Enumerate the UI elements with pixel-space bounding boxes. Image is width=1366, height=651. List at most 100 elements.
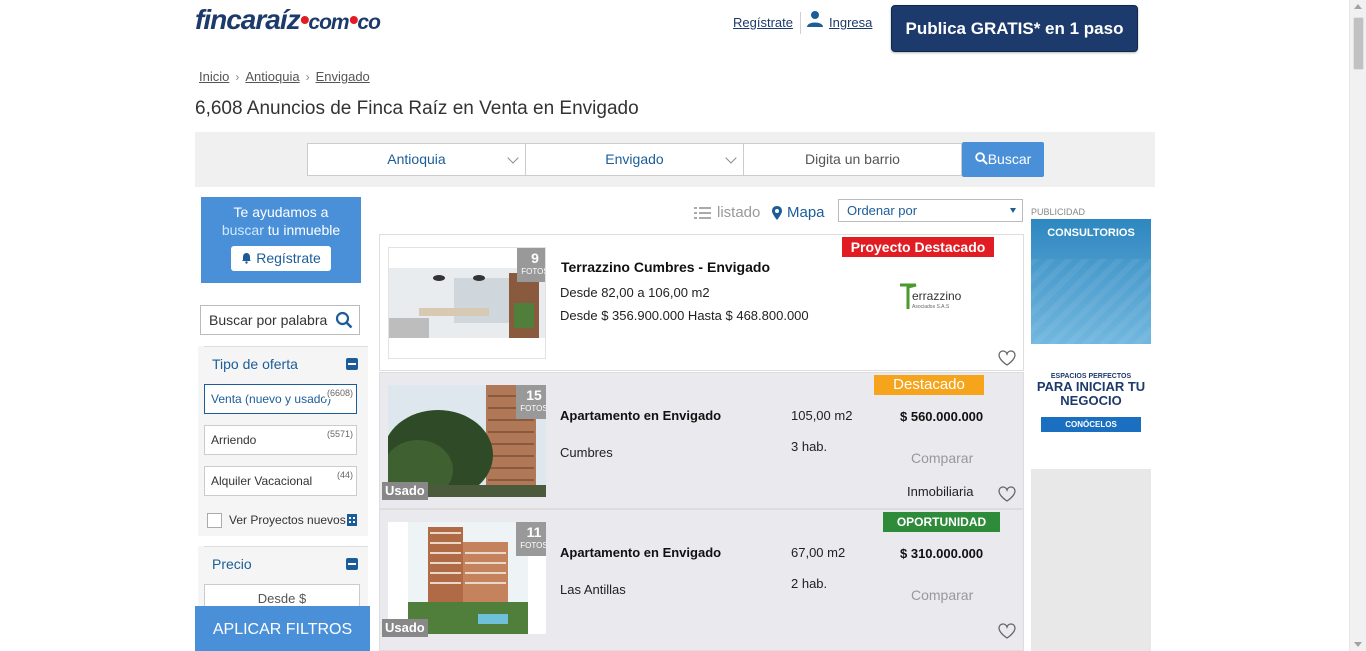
listing-neighborhood: Cumbres xyxy=(560,445,613,460)
ad-cta-button[interactable]: CONÓCELOS xyxy=(1041,417,1141,432)
building-icon-glyph xyxy=(349,517,355,523)
map-view-toggle[interactable]: Mapa xyxy=(772,204,825,221)
caret-down-icon xyxy=(1010,208,1016,213)
featured-ribbon: Destacado xyxy=(874,375,984,395)
neighborhood-input[interactable]: Digita un barrio xyxy=(743,143,962,176)
page: fincaraíz•com•co Regístrate Ingresa Publ… xyxy=(0,0,1366,651)
order-select-label: Ordenar por xyxy=(847,203,918,218)
logo-domain: com xyxy=(308,11,349,34)
ad-banner-secondary[interactable] xyxy=(1031,469,1151,651)
help-line-2: buscar tu inmueble xyxy=(201,221,361,239)
photo-count-badge: 9 FOTOS xyxy=(517,248,546,282)
breadcrumb-city[interactable]: Envigado xyxy=(316,69,370,84)
listing-neighborhood: Las Antillas xyxy=(560,582,626,597)
scroll-up-icon[interactable] xyxy=(1354,4,1362,9)
listing-photo[interactable]: 11 FOTOS xyxy=(388,522,546,634)
search-button-label: Buscar xyxy=(987,151,1032,167)
help-register-label: Regístrate xyxy=(256,250,321,266)
department-value: Antioquia xyxy=(387,151,446,167)
projects-checkbox-label: Ver Proyectos nuevos xyxy=(229,513,346,527)
listing-card[interactable]: 9 FOTOS Proyecto Destacado Terrazzino Cu… xyxy=(379,234,1024,371)
offer-option-sale[interactable]: Venta (nuevo y usado) (6608) xyxy=(204,384,357,414)
listing-photo[interactable]: 15 FOTOS xyxy=(388,385,546,497)
chevron-down-icon xyxy=(507,152,519,164)
opportunity-ribbon: OPORTUNIDAD xyxy=(883,512,1000,532)
scroll-down-icon[interactable] xyxy=(1354,642,1362,647)
featured-project-ribbon: Proyecto Destacado xyxy=(842,237,994,257)
search-icon[interactable] xyxy=(335,311,353,329)
photo-count-label: FOTOS xyxy=(521,267,546,276)
page-title: 6,608 Anuncios de Finca Raíz en Venta en… xyxy=(195,98,639,119)
breadcrumb-department[interactable]: Antioquia xyxy=(245,69,299,84)
listing-area: 67,00 m2 xyxy=(791,545,846,560)
logo-main: fincaraíz xyxy=(195,4,301,35)
register-link[interactable]: Regístrate xyxy=(733,15,793,30)
ad-label: PUBLICIDAD xyxy=(1031,207,1086,217)
collapse-icon[interactable] xyxy=(346,358,358,370)
list-view-toggle[interactable]: listado xyxy=(694,204,760,221)
listing-price: $ 560.000.000 xyxy=(900,409,984,424)
offer-option-rent[interactable]: Arriendo (5571) xyxy=(204,425,357,455)
photo-count-badge: 15 FOTOS xyxy=(516,385,546,419)
developer-logo[interactable]: errazzino Asociados S.A.S xyxy=(896,279,966,317)
offer-option-label: Arriendo xyxy=(211,433,257,447)
listing-photo[interactable]: 9 FOTOS xyxy=(388,247,546,359)
scrollbar-thumb[interactable] xyxy=(1353,17,1364,70)
price-title: Precio xyxy=(212,556,252,572)
price-header[interactable]: Precio xyxy=(204,546,368,580)
site-logo[interactable]: fincaraíz•com•co xyxy=(195,4,381,36)
breadcrumb: Inicio › Antioquia › Envigado xyxy=(199,69,370,84)
photo-count-badge: 11 FOTOS xyxy=(516,522,546,556)
seller-type: Inmobiliaria xyxy=(907,484,974,499)
ad-banner-texture xyxy=(1031,259,1151,344)
ad-title: CONSULTORIOS xyxy=(1047,227,1135,239)
compare-button[interactable]: Comparar xyxy=(911,587,973,603)
projects-checkbox[interactable] xyxy=(207,513,222,528)
breadcrumb-home[interactable]: Inicio xyxy=(199,69,229,84)
offer-option-count: (44) xyxy=(336,470,353,480)
photo-count: 9 xyxy=(531,250,539,266)
listing-price: $ 310.000.000 xyxy=(900,546,984,561)
map-pin-icon xyxy=(772,205,782,220)
login-link[interactable]: Ingresa xyxy=(829,15,872,30)
photo-count-label: FOTOS xyxy=(520,404,546,413)
heart-icon[interactable] xyxy=(998,623,1016,639)
user-icon xyxy=(807,11,823,27)
ad-banner[interactable]: CONSULTORIOS ESPACIOS PERFECTOS PARA INI… xyxy=(1031,219,1151,467)
compare-button[interactable]: Comparar xyxy=(911,450,973,466)
department-select[interactable]: Antioquia xyxy=(307,143,526,176)
listing-area: Desde 82,00 a 106,00 m2 xyxy=(560,285,710,300)
collapse-icon[interactable] xyxy=(346,558,358,570)
search-bar: Antioquia Envigado Digita un barrio Busc… xyxy=(195,132,1155,187)
listing-title[interactable]: Apartamento en Envigado xyxy=(560,545,721,560)
listing-price-range: Desde $ 356.900.000 Hasta $ 468.800.000 xyxy=(560,308,809,323)
help-line-1: Te ayudamos a xyxy=(233,204,329,220)
developer-logo-subtext: Asociados S.A.S xyxy=(912,304,950,310)
offer-option-vacation[interactable]: Alquiler Vacacional (44) xyxy=(204,466,357,496)
city-select[interactable]: Envigado xyxy=(525,143,744,176)
header-divider xyxy=(800,12,801,34)
listing-title[interactable]: Terrazzino Cumbres - Envigado xyxy=(561,259,770,275)
order-select[interactable]: Ordenar por xyxy=(838,199,1023,222)
listing-card[interactable]: 15 FOTOS Usado Destacado Apartamento en … xyxy=(379,372,1024,509)
page-scrollbar[interactable] xyxy=(1349,0,1366,651)
listing-area: 105,00 m2 xyxy=(791,408,853,423)
condition-badge: Usado xyxy=(382,619,428,637)
ad-headline: PARA INICIAR TU NEGOCIO xyxy=(1036,379,1146,408)
map-view-label: Mapa xyxy=(787,204,825,221)
listing-card[interactable]: 11 FOTOS Usado OPORTUNIDAD Apartamento e… xyxy=(379,509,1024,651)
list-icon xyxy=(694,206,711,219)
offer-option-label: Venta (nuevo y usado) xyxy=(211,392,332,406)
publish-button[interactable]: Publica GRATIS* en 1 paso xyxy=(891,5,1138,52)
apply-filters-button[interactable]: APLICAR FILTROS xyxy=(195,606,370,651)
offer-option-count: (5571) xyxy=(326,429,353,439)
search-button[interactable]: Buscar xyxy=(962,142,1044,177)
listing-title[interactable]: Apartamento en Envigado xyxy=(560,408,721,423)
heart-icon[interactable] xyxy=(998,350,1016,366)
heart-icon[interactable] xyxy=(998,486,1016,502)
offer-type-title: Tipo de oferta xyxy=(212,356,298,372)
keyword-search-input[interactable]: Buscar por palabra xyxy=(200,305,360,335)
offer-type-header[interactable]: Tipo de oferta xyxy=(204,346,368,380)
help-register-button[interactable]: Regístrate xyxy=(231,246,331,271)
building-icon xyxy=(347,514,357,526)
